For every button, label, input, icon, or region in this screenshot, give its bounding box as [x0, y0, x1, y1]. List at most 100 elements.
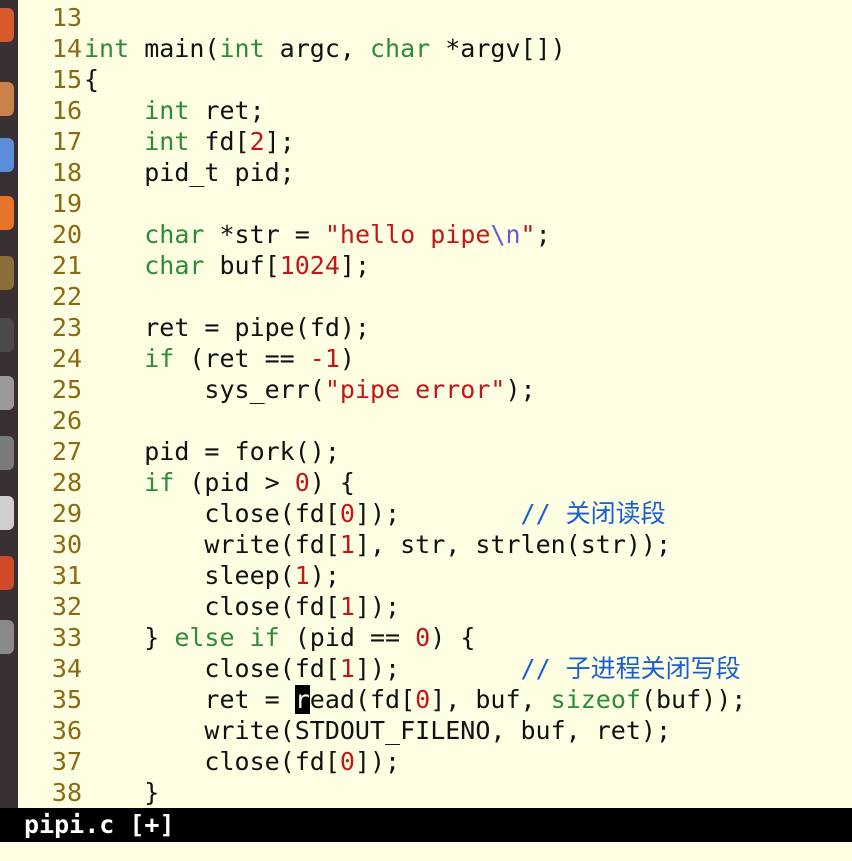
code-token: write(fd[ — [204, 530, 340, 559]
code-token: 1 — [339, 592, 355, 621]
code-token: int — [219, 34, 265, 63]
code-token: int — [144, 127, 190, 156]
code-token: (ret == — [174, 344, 310, 373]
code-token: ]; — [339, 251, 371, 280]
firefox-icon[interactable] — [0, 196, 14, 230]
code-token: argc, — [264, 34, 370, 63]
code-token: write(STDOUT_FILENO, buf, ret); — [204, 716, 672, 745]
code-text: char *str = "hello pipe\n"; — [84, 219, 551, 250]
code-token: { — [84, 65, 100, 94]
line-number: 15 — [51, 65, 82, 94]
code-line: 35 ret = read(fd[0], buf, sizeof(buf)); — [22, 684, 850, 715]
code-token: 1 — [294, 561, 310, 590]
statusbar-left-edge — [0, 808, 22, 842]
code-token: \n — [490, 220, 521, 249]
code-token: 0 — [339, 747, 355, 776]
code-token: ], buf, — [430, 685, 551, 714]
libreoffice-icon[interactable] — [0, 556, 14, 590]
code-line: 15{ — [22, 64, 850, 95]
code-line: 21 char buf[1024]; — [22, 250, 850, 281]
code-token: close(fd[ — [204, 747, 340, 776]
code-token: close(fd[ — [204, 592, 340, 621]
code-line: 29 close(fd[0]); // 关闭读段 — [22, 498, 850, 529]
code-token: "pipe error" — [324, 375, 506, 404]
code-text: int fd[2]; — [84, 126, 295, 157]
code-token: ); — [505, 375, 536, 404]
code-token: 0 — [294, 468, 310, 497]
command-line[interactable] — [0, 842, 852, 861]
code-text: pid = fork(); — [84, 436, 340, 467]
code-token: } — [144, 778, 160, 807]
code-line: 23 ret = pipe(fd); — [22, 312, 850, 343]
code-token: char — [144, 220, 205, 249]
code-token: ]); — [354, 654, 521, 683]
software-center-icon[interactable] — [0, 256, 14, 290]
line-number: 35 — [51, 685, 82, 714]
code-token: sizeof — [550, 685, 641, 714]
code-token: 1 — [339, 530, 355, 559]
terminal-icon[interactable] — [0, 318, 14, 352]
code-token: -1 — [309, 344, 340, 373]
code-line: 26 — [22, 405, 850, 436]
code-token: if — [144, 468, 175, 497]
code-line: 27 pid = fork(); — [22, 436, 850, 467]
line-number: 33 — [51, 623, 82, 652]
text-editor-icon[interactable] — [0, 496, 14, 530]
code-text: int main(int argc, char *argv[]) — [84, 33, 566, 64]
code-token: fd[ — [189, 127, 250, 156]
code-token: ret; — [189, 96, 265, 125]
files-icon[interactable] — [0, 82, 14, 116]
line-number: 23 — [51, 313, 82, 342]
code-token: (buf)); — [640, 685, 747, 714]
code-line: 16 int ret; — [22, 95, 850, 126]
code-line: 19 — [22, 188, 850, 219]
code-token: ret = — [204, 685, 295, 714]
code-text: } else if (pid == 0) { — [84, 622, 475, 653]
status-filename: pipi.c — [24, 810, 130, 839]
code-token: } — [144, 623, 175, 652]
system-settings-icon[interactable] — [0, 376, 14, 410]
code-token: close(fd[ — [204, 499, 340, 528]
code-line: 30 write(fd[1], str, strlen(str)); — [22, 529, 850, 560]
code-text: char buf[1024]; — [84, 250, 370, 281]
code-token: ]); — [354, 747, 401, 776]
line-number: 30 — [51, 530, 82, 559]
code-text: ret = pipe(fd); — [84, 312, 370, 343]
code-line: 36 write(STDOUT_FILENO, buf, ret); — [22, 715, 850, 746]
code-text: ret = read(fd[0], buf, sizeof(buf)); — [84, 684, 746, 715]
trash-icon[interactable] — [0, 620, 14, 654]
workspace-icon[interactable] — [0, 436, 14, 470]
line-number: 34 — [51, 654, 82, 683]
code-token: if — [144, 344, 175, 373]
line-number: 20 — [51, 220, 82, 249]
code-text: pid_t pid; — [84, 157, 295, 188]
code-token: sleep( — [204, 561, 295, 590]
code-text: write(STDOUT_FILENO, buf, ret); — [84, 715, 671, 746]
code-line: 32 close(fd[1]); — [22, 591, 850, 622]
code-token: "hello pipe — [324, 220, 491, 249]
chromium-icon[interactable] — [0, 138, 14, 172]
code-text: close(fd[0]); // 关闭读段 — [84, 498, 665, 529]
line-number: 37 — [51, 747, 82, 776]
code-token: (pid > — [174, 468, 295, 497]
code-line: 24 if (ret == -1) — [22, 343, 850, 374]
code-line: 20 char *str = "hello pipe\n"; — [22, 219, 850, 250]
line-number: 17 — [51, 127, 82, 156]
code-text: if (pid > 0) { — [84, 467, 355, 498]
code-token: 1024 — [279, 251, 340, 280]
line-number: 19 — [51, 189, 82, 218]
code-text: int ret; — [84, 95, 265, 126]
code-editor[interactable]: 13 14 int main(int argc, char *argv[]) 15{1… — [22, 2, 850, 808]
code-line: 18 pid_t pid; — [22, 157, 850, 188]
code-token: " — [520, 220, 536, 249]
line-number: 18 — [51, 158, 82, 187]
code-token: main( — [129, 34, 220, 63]
ubuntu-dash-icon[interactable] — [0, 8, 14, 42]
code-token: *str = — [204, 220, 325, 249]
code-text: close(fd[0]); — [84, 746, 400, 777]
line-number: 36 — [51, 716, 82, 745]
code-text: if (ret == -1) — [84, 343, 355, 374]
code-token: ; — [535, 220, 551, 249]
code-token: ead(fd[ — [309, 685, 416, 714]
code-token: 0 — [339, 499, 355, 528]
